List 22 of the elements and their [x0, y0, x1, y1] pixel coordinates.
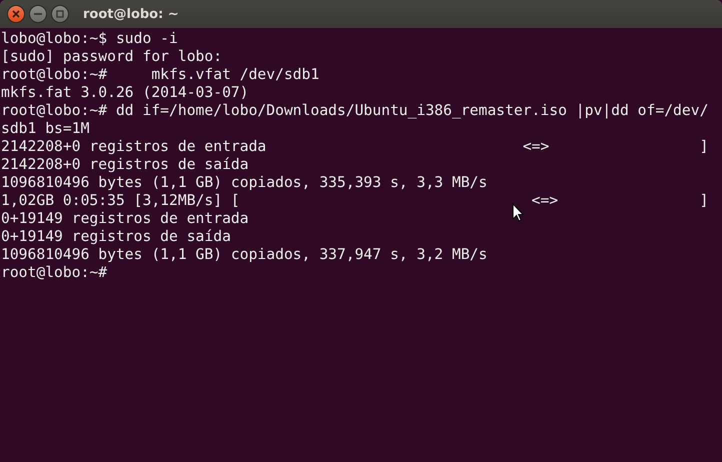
pointer-icon [512, 203, 524, 222]
terminal-line: 1096810496 bytes (1,1 GB) copiados, 335,393 s, 3,3 MB/s [1, 174, 488, 192]
terminal-line: [sudo] password for lobo: [1, 48, 222, 66]
terminal-line: root@lobo:~# [1, 264, 108, 282]
terminal-line: 2142208+0 registros de saída [1, 156, 249, 174]
terminal-line: sdb1 bs=1M [1, 120, 90, 138]
minimize-icon [34, 13, 42, 15]
terminal-line: 0+19149 registros de saída [1, 228, 231, 246]
maximize-button[interactable] [51, 5, 69, 23]
window-title: root@lobo: ~ [83, 6, 179, 22]
minimize-button[interactable] [29, 5, 47, 23]
close-button[interactable] [7, 5, 25, 23]
terminal-line: lobo@lobo:~$ sudo -i [1, 30, 178, 48]
maximize-icon [56, 10, 64, 18]
terminal-line: root@lobo:~# mkfs.vfat /dev/sdb1 [1, 66, 320, 84]
terminal-line: root@lobo:~# dd if=/home/lobo/Downloads/Ubuntu_i386_remaster.iso |pv|dd of=/dev/ [1, 102, 708, 120]
close-icon [12, 10, 20, 18]
terminal-line: 1,02GB 0:05:35 [3,12MB/s] [ <=> ] [1, 192, 708, 210]
terminal-line: 1096810496 bytes (1,1 GB) copiados, 337,947 s, 3,2 MB/s [1, 246, 488, 264]
terminal-line: 2142208+0 registros de entrada <=> ] [1, 138, 708, 156]
terminal-line: mkfs.fat 3.0.26 (2014-03-07) [1, 84, 249, 102]
terminal-line: 0+19149 registros de entrada [1, 210, 249, 228]
